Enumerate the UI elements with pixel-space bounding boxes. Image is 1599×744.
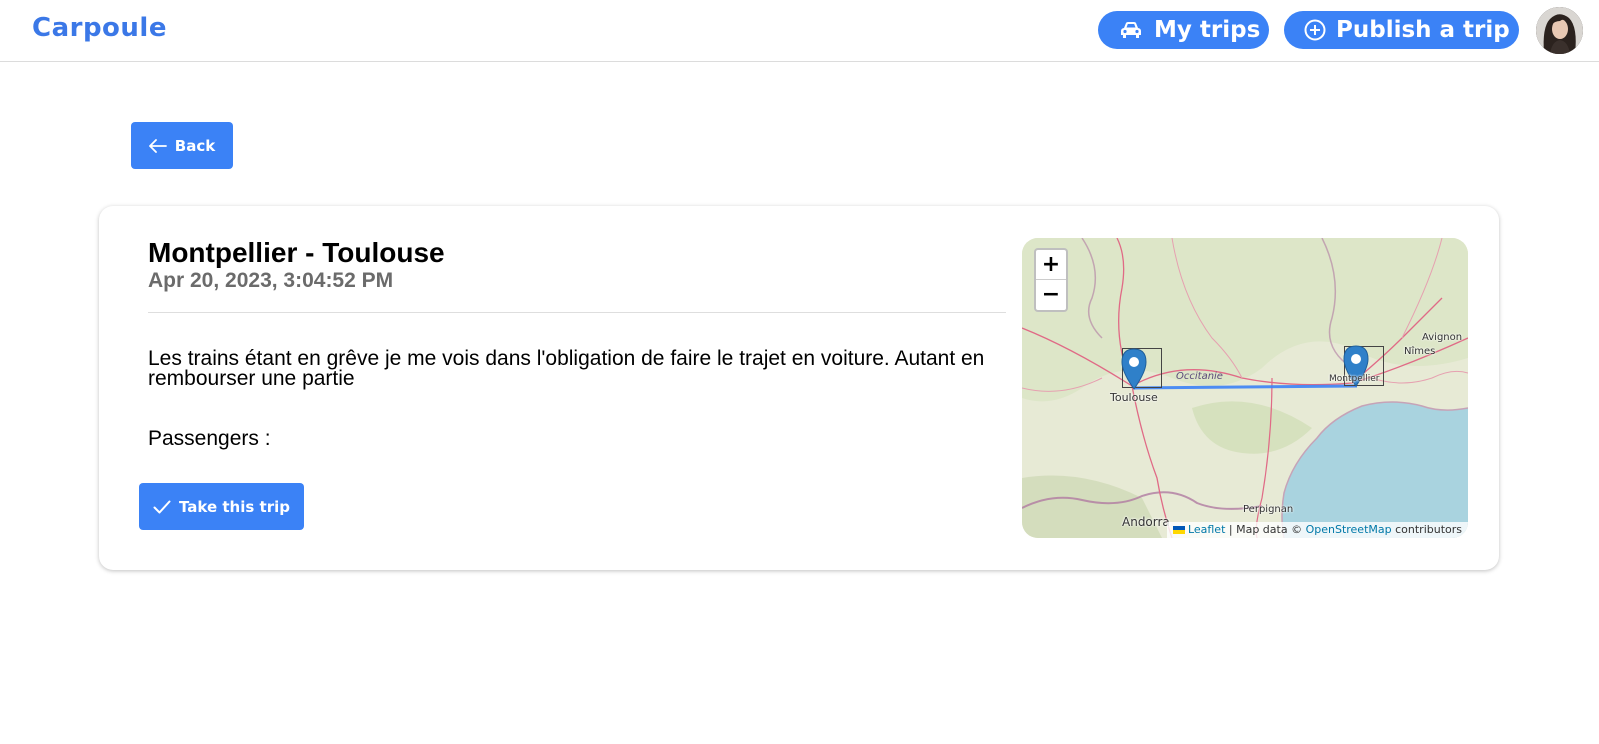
passengers-label: Passengers : (148, 427, 271, 450)
map-label-region: Occitanie (1176, 371, 1223, 382)
back-label: Back (174, 136, 216, 155)
map-pin-icon-toulouse[interactable] (1120, 348, 1148, 390)
plus-circle-icon (1304, 19, 1326, 41)
take-trip-button[interactable]: Take this trip (139, 483, 304, 530)
map-label-montpellier: Montpellier (1329, 374, 1380, 384)
trip-description: Les trains étant en grêve je me vois dan… (148, 347, 985, 390)
user-avatar[interactable] (1536, 7, 1583, 54)
my-trips-button[interactable]: My trips (1098, 11, 1269, 49)
publish-trip-button[interactable]: Publish a trip (1284, 11, 1519, 49)
route-map[interactable]: Toulouse Montpellier Nîmes Avignon Perpi… (1022, 238, 1468, 538)
map-attribution: Leaflet | Map data © OpenStreetMap contr… (1166, 522, 1468, 538)
attribution-suffix: contributors (1391, 523, 1462, 536)
leaflet-link[interactable]: Leaflet (1188, 522, 1225, 538)
back-button[interactable]: Back (131, 122, 233, 169)
take-trip-label: Take this trip (179, 497, 290, 516)
check-icon (153, 500, 171, 513)
ukraine-flag-icon (1172, 526, 1185, 534)
attribution-text: | Map data © (1225, 523, 1306, 536)
map-label-perpignan: Perpignan (1243, 504, 1294, 515)
map-tiles[interactable] (1022, 238, 1468, 538)
map-label-andorra: Andorra (1122, 515, 1170, 529)
openstreetmap-link[interactable]: OpenStreetMap (1306, 522, 1392, 538)
map-label-avignon: Avignon (1422, 332, 1463, 343)
top-navbar: Carpoule My trips Publish a trip (0, 0, 1599, 62)
map-label-toulouse: Toulouse (1110, 391, 1158, 404)
zoom-in-button[interactable]: + (1036, 250, 1066, 280)
zoom-out-button[interactable]: − (1036, 280, 1066, 310)
car-icon (1121, 22, 1141, 38)
trip-title: Montpellier - Toulouse (148, 237, 445, 268)
arrow-left-icon (148, 138, 167, 153)
zoom-control: + − (1034, 248, 1068, 312)
divider (148, 312, 1006, 313)
app-logo[interactable]: Carpoule (32, 13, 167, 43)
publish-trip-label: Publish a trip (1336, 17, 1510, 43)
my-trips-label: My trips (1154, 17, 1261, 43)
trip-date: Apr 20, 2023, 3:04:52 PM (148, 269, 394, 292)
map-label-nimes: Nîmes (1404, 346, 1436, 357)
